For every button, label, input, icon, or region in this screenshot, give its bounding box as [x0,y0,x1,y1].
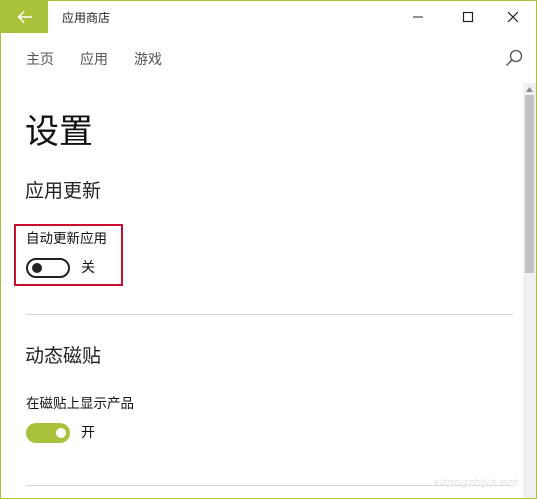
title-bar: 应用商店 [1,1,536,33]
close-icon [507,11,518,23]
maximize-icon [462,11,473,23]
section-title-live-tiles: 动态磁贴 [25,345,102,367]
maximize-button[interactable] [444,1,491,33]
minimize-button[interactable] [394,1,441,33]
watermark: xitongzhijia.net [433,476,518,489]
scroll-up-button[interactable] [523,83,536,95]
section-divider [26,314,513,315]
show-on-tile-toggle[interactable] [26,423,70,443]
highlight-box [14,224,123,286]
nav-bar: 主页 应用 游戏 [1,33,536,83]
minimize-icon [412,16,423,18]
search-button[interactable] [504,48,524,68]
close-button[interactable] [489,1,536,33]
back-arrow-icon [16,10,32,24]
window-title: 应用商店 [62,11,111,25]
nav-item-games[interactable]: 游戏 [134,49,162,69]
section-title-app-updates: 应用更新 [25,180,102,202]
scroll-thumb[interactable] [525,95,534,273]
search-icon [505,49,523,67]
show-on-tile-label: 在磁贴上显示产品 [26,396,134,412]
scroll-up-arrow-icon [526,86,533,92]
show-on-tile-state: 开 [81,425,95,441]
toggle-knob [56,428,66,438]
nav-item-apps[interactable]: 应用 [80,49,108,69]
back-button[interactable] [1,1,48,33]
page-title: 设置 [25,112,93,152]
nav-item-home[interactable]: 主页 [26,49,54,69]
vertical-scrollbar[interactable] [523,83,536,498]
